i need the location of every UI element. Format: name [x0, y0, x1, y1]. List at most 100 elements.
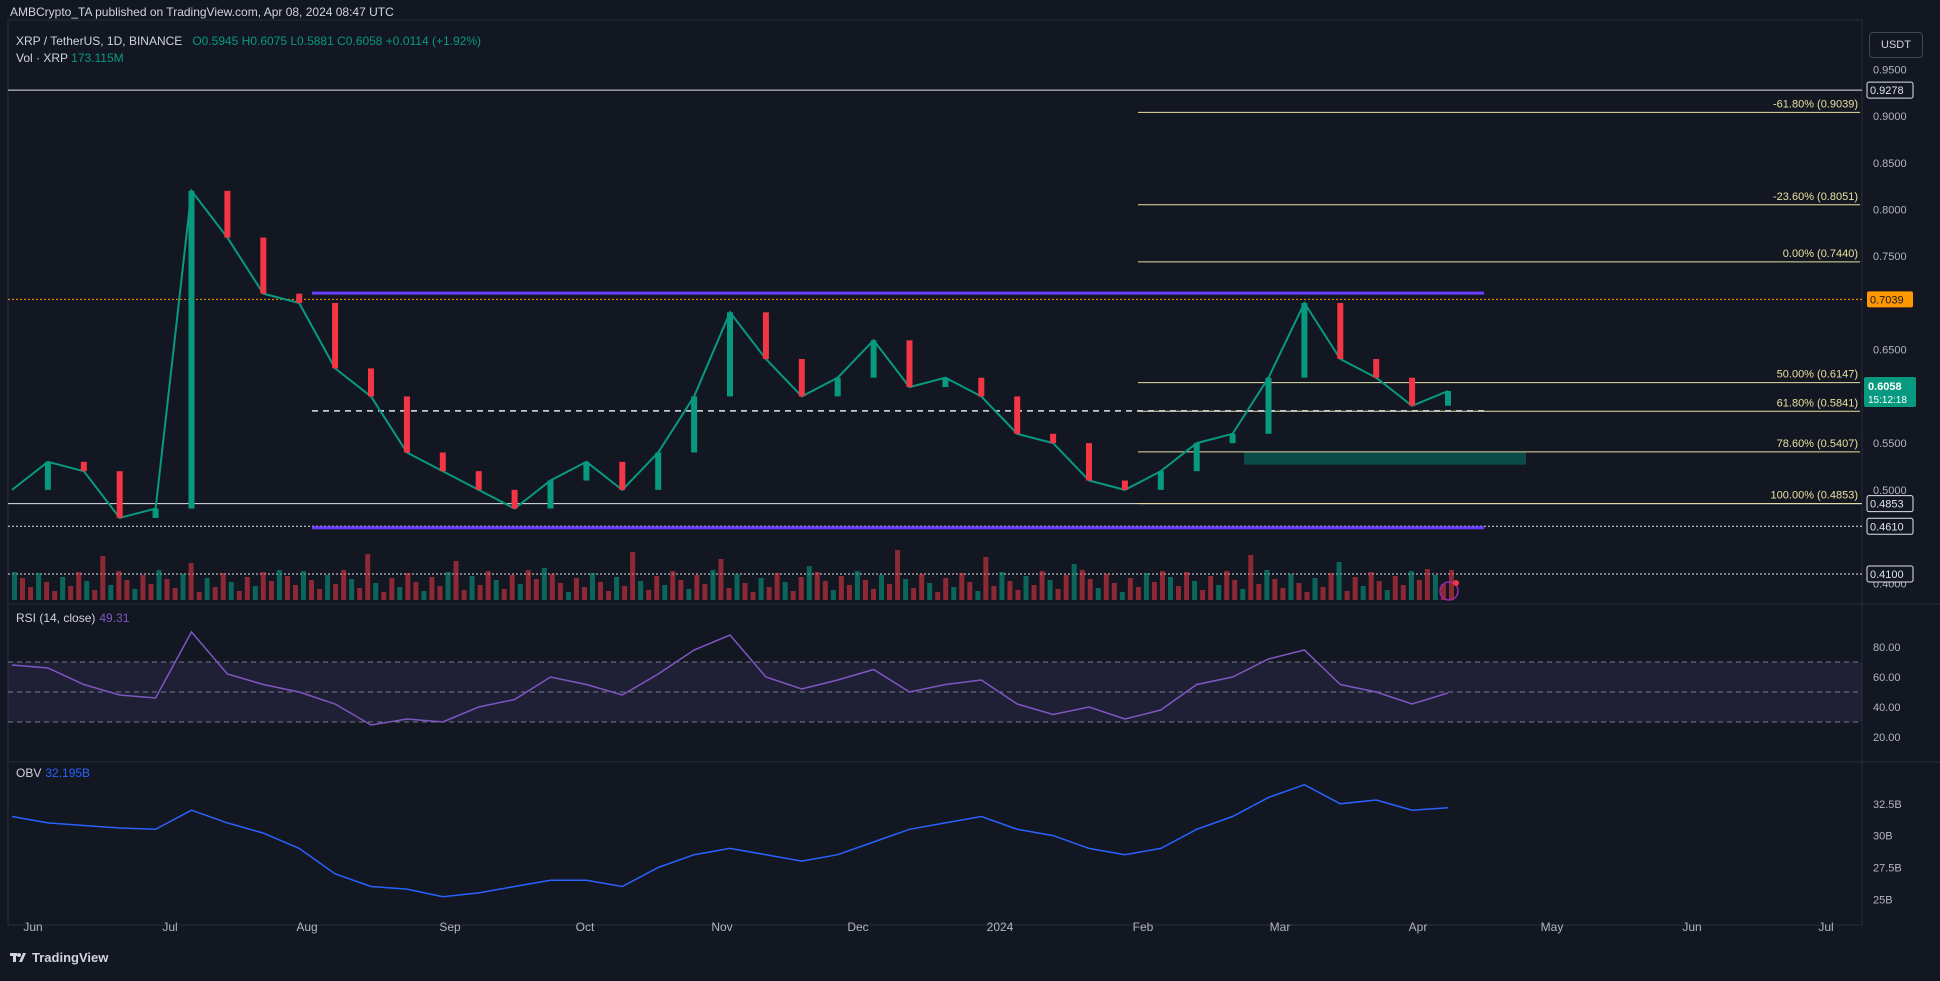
volume-bar: [557, 583, 563, 600]
candle: [906, 340, 913, 388]
volume-bar: [1272, 579, 1278, 600]
obv-tick-label: 25B: [1873, 894, 1893, 906]
volume-bar: [854, 571, 860, 600]
volume-bar: [76, 572, 82, 600]
volume-bar: [1143, 573, 1149, 600]
volume-bar: [461, 590, 467, 600]
price-tick-label: 0.8500: [1873, 158, 1907, 170]
volume-bar: [188, 563, 194, 600]
volume-bar: [758, 578, 764, 600]
volume-bar: [180, 574, 186, 600]
volume-bar: [782, 582, 788, 600]
volume-bar: [44, 582, 50, 600]
volume-bar: [694, 575, 700, 600]
level-label: 0.4100: [1870, 569, 1904, 581]
volume-bar: [1232, 580, 1238, 600]
candle: [942, 377, 949, 388]
volume-bar: [437, 586, 443, 600]
volume-bar: [951, 587, 957, 600]
candle: [1445, 390, 1451, 406]
rsi-legend[interactable]: RSI (14, close) 49.31: [16, 611, 129, 625]
volume-bar: [630, 552, 636, 600]
volume-bar: [164, 579, 170, 600]
volume-bar: [1023, 576, 1029, 600]
volume-bar: [678, 580, 684, 600]
obv-tick-label: 32.5B: [1873, 799, 1902, 811]
volume-bar: [1288, 574, 1294, 600]
candle: [978, 377, 985, 397]
x-tick-label: Jul: [1818, 920, 1833, 934]
candle: [798, 359, 805, 397]
volume-bar: [565, 592, 571, 600]
x-tick-label: Feb: [1133, 920, 1154, 934]
candle: [332, 302, 339, 369]
volume-bar: [1119, 592, 1125, 600]
volume-bar: [1216, 585, 1222, 600]
x-tick-label: Jul: [162, 920, 177, 934]
candle: [1301, 302, 1308, 378]
volume-bar: [895, 550, 901, 600]
candle: [224, 190, 231, 238]
volume-bar: [1376, 581, 1382, 600]
volume-bar: [92, 590, 98, 600]
symbol-name[interactable]: XRP / TetherUS, 1D, BINANCE: [16, 34, 182, 48]
volume-bar: [1055, 589, 1061, 600]
volume-bar: [1087, 579, 1093, 600]
volume-bar: [822, 581, 828, 600]
volume-bar: [1368, 572, 1374, 600]
candle: [1229, 433, 1236, 444]
volume-bar: [943, 578, 949, 600]
volume-bar: [935, 592, 941, 600]
volume-bar: [774, 573, 780, 600]
obv-line: [11, 783, 1449, 898]
obv-tick-label: 27.5B: [1873, 862, 1902, 874]
volume-bar: [838, 576, 844, 600]
candle: [834, 377, 841, 397]
volume-bar: [317, 589, 323, 600]
symbol-legend: XRP / TetherUS, 1D, BINANCE O0.5945 H0.6…: [16, 34, 481, 48]
candle: [1373, 359, 1380, 378]
rsi-value: 49.31: [99, 611, 130, 625]
candle: [1193, 443, 1200, 472]
volume-bar: [670, 571, 676, 600]
candle: [691, 396, 698, 453]
candle: [762, 312, 769, 360]
volume-bar: [1392, 576, 1398, 600]
volume-bar: [590, 573, 595, 600]
currency-button[interactable]: USDT: [1869, 32, 1923, 58]
obv-tick-label: 30B: [1873, 831, 1893, 843]
obv-legend[interactable]: OBV 32.195B: [16, 766, 90, 780]
candle: [1014, 396, 1021, 434]
volume-bar: [1176, 586, 1182, 600]
candle: [1409, 377, 1416, 406]
level-label: 0.9278: [1870, 85, 1904, 97]
volume-bar: [236, 591, 242, 600]
volume-bar: [846, 585, 852, 600]
volume-bar: [84, 581, 90, 600]
volume-bar: [959, 573, 965, 600]
candle: [116, 471, 123, 518]
volume-bar: [212, 587, 218, 600]
volume-bar: [1280, 588, 1286, 600]
tradingview-logo[interactable]: TradingView: [10, 950, 108, 965]
price-tick-label: 0.5000: [1873, 485, 1907, 497]
volume-bar: [445, 572, 451, 600]
branding-text: TradingView: [32, 950, 109, 965]
volume-bar: [927, 583, 933, 600]
volume-bar: [140, 575, 146, 600]
volume-bar: [36, 573, 42, 600]
volume-bar: [301, 571, 306, 600]
volume-bar: [1408, 571, 1414, 600]
x-tick-label: Nov: [711, 920, 732, 934]
volume-bar: [606, 591, 612, 600]
price-tick-label: 0.6500: [1873, 345, 1907, 357]
volume-bar: [790, 591, 796, 600]
price-tick-label: 0.8000: [1873, 205, 1907, 217]
x-tick-label: Dec: [847, 920, 868, 934]
volume-bar: [525, 570, 531, 600]
chart-canvas[interactable]: Jun Jul Aug Sep Oct Nov Dec 2024 Feb Mar Apr May Jun…: [0, 0, 1940, 976]
volume-bar: [485, 571, 491, 600]
volume-bar: [999, 572, 1005, 600]
price-tick-label: 0.9500: [1873, 64, 1907, 76]
level-label: 0.4610: [1870, 521, 1904, 533]
